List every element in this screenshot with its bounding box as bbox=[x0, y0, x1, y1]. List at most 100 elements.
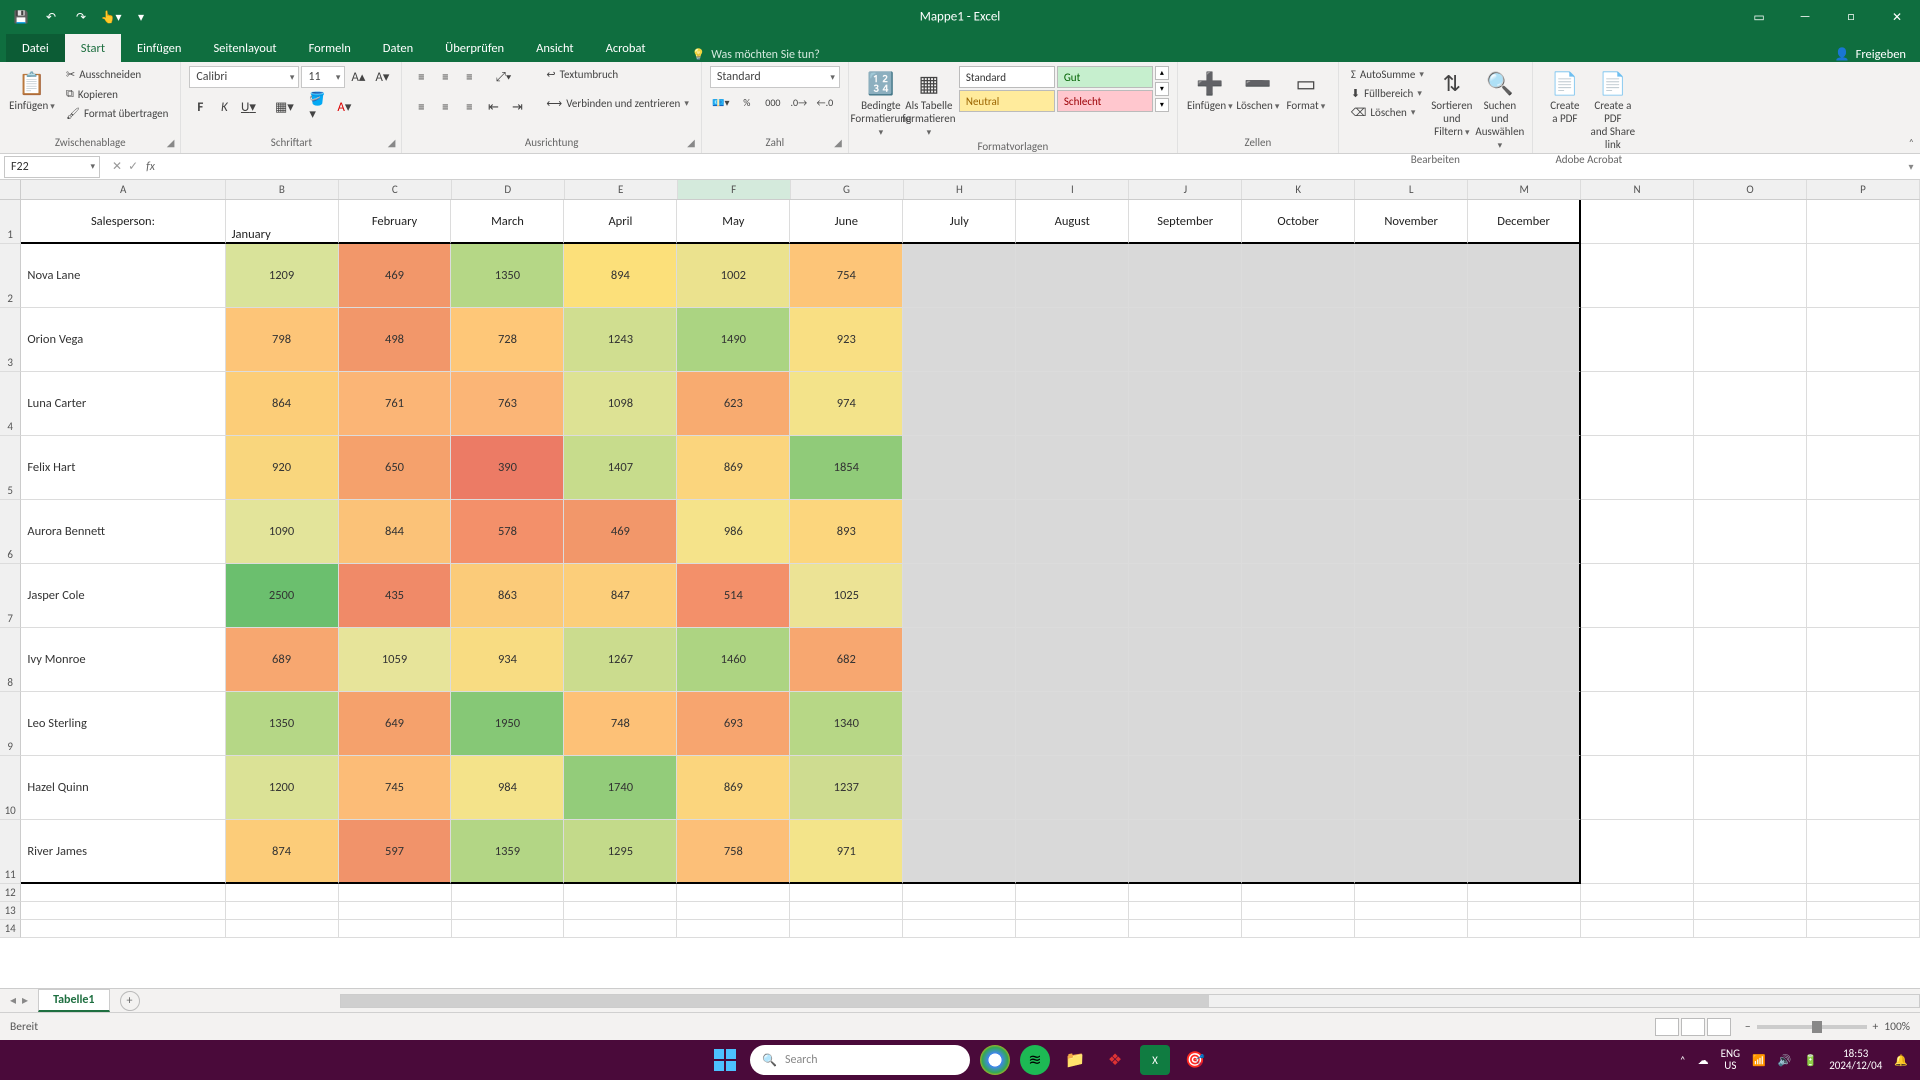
cell[interactable] bbox=[1355, 564, 1468, 628]
select-all-triangle[interactable] bbox=[0, 180, 21, 199]
expand-formula-bar-icon[interactable]: ▾ bbox=[1902, 160, 1920, 173]
number-format-combo[interactable]: Standard bbox=[710, 66, 840, 88]
gallery-more-icon[interactable]: ▾ bbox=[1155, 98, 1169, 112]
cell[interactable]: River James bbox=[21, 820, 225, 884]
touch-mode-icon[interactable]: 👆▾ bbox=[98, 5, 124, 29]
zoom-out-icon[interactable]: − bbox=[1745, 1020, 1751, 1034]
cell[interactable] bbox=[1016, 820, 1129, 884]
cell[interactable] bbox=[1016, 692, 1129, 756]
cell[interactable]: October bbox=[1242, 200, 1355, 244]
tab-review[interactable]: Überprüfen bbox=[429, 34, 520, 62]
cell-style-bad[interactable]: Schlecht bbox=[1057, 90, 1153, 112]
cell[interactable]: 1740 bbox=[564, 756, 677, 820]
cell[interactable]: 693 bbox=[677, 692, 790, 756]
cell[interactable] bbox=[1468, 902, 1581, 920]
row-header[interactable]: 4 bbox=[0, 372, 21, 436]
cell[interactable] bbox=[1581, 902, 1694, 920]
column-header-O[interactable]: O bbox=[1694, 180, 1807, 199]
wifi-icon[interactable]: 📶 bbox=[1752, 1054, 1766, 1067]
cell[interactable] bbox=[1016, 884, 1129, 902]
dialog-launcher-icon[interactable]: ◢ bbox=[167, 136, 175, 149]
cell[interactable]: 984 bbox=[451, 756, 564, 820]
cell[interactable]: 435 bbox=[339, 564, 452, 628]
fill-button[interactable]: ⬇Füllbereich bbox=[1347, 85, 1428, 102]
tab-layout[interactable]: Seitenlayout bbox=[197, 34, 292, 62]
cell[interactable] bbox=[1581, 884, 1694, 902]
cell[interactable]: Ivy Monroe bbox=[21, 628, 225, 692]
view-page-break-icon[interactable] bbox=[1707, 1018, 1731, 1036]
cell[interactable]: 1059 bbox=[339, 628, 452, 692]
clock[interactable]: 18:53 2024/12/04 bbox=[1829, 1048, 1882, 1072]
cell[interactable]: 761 bbox=[339, 372, 452, 436]
cell[interactable]: 894 bbox=[564, 244, 677, 308]
cell[interactable] bbox=[903, 500, 1016, 564]
collapse-ribbon-icon[interactable]: ˄ bbox=[1909, 136, 1914, 149]
maximize-icon[interactable]: □ bbox=[1828, 0, 1874, 34]
cell[interactable]: April bbox=[564, 200, 677, 244]
row-header[interactable]: 14 bbox=[0, 920, 21, 938]
column-header-M[interactable]: M bbox=[1468, 180, 1581, 199]
share-pdf-button[interactable]: 📄Create a PDF and Share link bbox=[1589, 66, 1637, 151]
cell[interactable]: Leo Sterling bbox=[21, 692, 225, 756]
cell[interactable] bbox=[1355, 692, 1468, 756]
cell[interactable]: 469 bbox=[339, 244, 452, 308]
cell[interactable] bbox=[1581, 820, 1694, 884]
column-header-G[interactable]: G bbox=[791, 180, 904, 199]
cell-style-neutral[interactable]: Neutral bbox=[959, 90, 1055, 112]
cell[interactable] bbox=[1242, 500, 1355, 564]
notifications-icon[interactable]: 🔔 bbox=[1894, 1054, 1908, 1067]
cell[interactable] bbox=[903, 628, 1016, 692]
cell[interactable] bbox=[339, 920, 452, 938]
cell[interactable]: 1267 bbox=[564, 628, 677, 692]
cell[interactable] bbox=[564, 884, 677, 902]
cell[interactable] bbox=[1694, 500, 1807, 564]
cell[interactable]: 1295 bbox=[564, 820, 677, 884]
delete-cells-button[interactable]: ➖Löschen bbox=[1234, 66, 1282, 112]
fx-icon[interactable]: fx bbox=[146, 160, 161, 174]
cell[interactable]: 514 bbox=[677, 564, 790, 628]
sheet-nav-last-icon[interactable]: ▸ bbox=[22, 993, 28, 1008]
sort-filter-button[interactable]: ⇅Sortieren und Filtern bbox=[1428, 66, 1476, 138]
cell[interactable] bbox=[1242, 884, 1355, 902]
name-box[interactable]: F22 bbox=[4, 156, 100, 178]
cell[interactable]: 1407 bbox=[564, 436, 677, 500]
cell[interactable]: 1490 bbox=[677, 308, 790, 372]
cell[interactable] bbox=[1468, 372, 1581, 436]
cell[interactable] bbox=[564, 902, 677, 920]
cell[interactable] bbox=[1694, 820, 1807, 884]
cell[interactable] bbox=[1242, 820, 1355, 884]
volume-icon[interactable]: 🔊 bbox=[1778, 1054, 1792, 1067]
cell[interactable] bbox=[1694, 692, 1807, 756]
find-select-button[interactable]: 🔍Suchen und Auswählen bbox=[1476, 66, 1524, 151]
cell[interactable] bbox=[1468, 756, 1581, 820]
cell[interactable]: 844 bbox=[339, 500, 452, 564]
cell[interactable] bbox=[1694, 564, 1807, 628]
cell[interactable]: 1950 bbox=[451, 692, 564, 756]
tell-me[interactable]: Was möchten Sie tun? bbox=[692, 48, 820, 62]
cell[interactable] bbox=[1694, 244, 1807, 308]
format-as-table-button[interactable]: ▦ Als Tabelle formatieren bbox=[905, 66, 953, 138]
minimize-icon[interactable]: — bbox=[1782, 0, 1828, 34]
cell[interactable]: Jasper Cole bbox=[21, 564, 225, 628]
column-header-N[interactable]: N bbox=[1581, 180, 1694, 199]
cell[interactable] bbox=[1694, 628, 1807, 692]
cell[interactable] bbox=[1694, 756, 1807, 820]
cell[interactable]: 728 bbox=[451, 308, 564, 372]
cell[interactable]: 1098 bbox=[564, 372, 677, 436]
cell[interactable]: 971 bbox=[790, 820, 903, 884]
cell[interactable] bbox=[1242, 436, 1355, 500]
cell[interactable] bbox=[1129, 884, 1242, 902]
save-icon[interactable]: 💾 bbox=[8, 5, 34, 29]
cell[interactable]: 1243 bbox=[564, 308, 677, 372]
paste-button[interactable]: 📋 Einfügen bbox=[8, 66, 56, 112]
font-size-combo[interactable]: 11 bbox=[301, 66, 345, 88]
cell[interactable]: 650 bbox=[339, 436, 452, 500]
onedrive-icon[interactable]: ☁ bbox=[1698, 1054, 1709, 1067]
cell[interactable] bbox=[1129, 902, 1242, 920]
cell[interactable]: 498 bbox=[339, 308, 452, 372]
row-header[interactable]: 6 bbox=[0, 500, 21, 564]
cell[interactable]: Orion Vega bbox=[21, 308, 225, 372]
wrap-text-button[interactable]: ↩Textumbruch bbox=[542, 66, 692, 83]
dialog-launcher-icon[interactable]: ◢ bbox=[687, 136, 695, 149]
cell[interactable] bbox=[1807, 200, 1920, 244]
